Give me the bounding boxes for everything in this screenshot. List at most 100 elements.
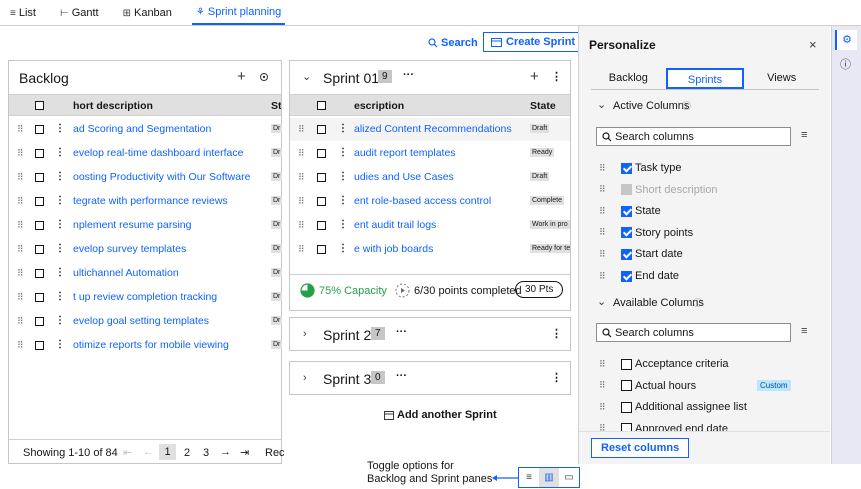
column-option[interactable]: ⠿ Actual hours Custom xyxy=(579,376,830,396)
row-menu-icon[interactable]: ⋮ xyxy=(338,195,348,206)
info-icon[interactable]: ⓘ xyxy=(693,296,702,309)
row-description[interactable]: nplement resume parsing xyxy=(73,219,268,231)
row-menu-icon[interactable]: ⋮ xyxy=(338,171,348,182)
column-option[interactable]: ⠿ Story points xyxy=(579,223,830,243)
row-checkbox[interactable] xyxy=(35,245,44,254)
split-view-icon[interactable]: ▥ xyxy=(539,468,559,487)
drag-handle-icon[interactable]: ⠿ xyxy=(599,163,606,174)
row-checkbox[interactable] xyxy=(35,149,44,158)
column-option[interactable]: ⠿ State xyxy=(579,201,830,221)
overflow-menu-icon[interactable]: ⋮ xyxy=(551,70,562,83)
table-row[interactable]: ⠿ ⋮ ultichannel Automation Dr xyxy=(9,262,282,286)
row-checkbox[interactable] xyxy=(35,317,44,326)
drag-handle-icon[interactable]: ⠿ xyxy=(298,244,305,255)
row-checkbox[interactable] xyxy=(35,125,44,134)
drag-handle-icon[interactable]: ⠿ xyxy=(17,316,24,327)
row-description[interactable]: evelop real-time dashboard interface xyxy=(73,147,268,159)
chevron-down-icon[interactable]: ⌄ xyxy=(597,295,606,308)
row-menu-icon[interactable]: ⋮ xyxy=(338,123,348,134)
row-checkbox[interactable] xyxy=(35,221,44,230)
drag-handle-icon[interactable]: ⠿ xyxy=(599,402,606,413)
row-description[interactable]: t up review completion tracking xyxy=(73,291,268,303)
table-row[interactable]: ⠿ ⋮ otimize reports for mobile viewing Dr xyxy=(9,334,282,358)
row-description[interactable]: evelop survey templates xyxy=(73,243,268,255)
reset-columns-button[interactable]: Reset columns xyxy=(591,438,690,458)
available-search-input[interactable]: Search columns xyxy=(596,323,791,342)
table-row[interactable]: ⠿ ⋮ alized Content Recommendations Draft xyxy=(290,118,570,142)
drag-handle-icon[interactable]: ⠿ xyxy=(17,148,24,159)
records-per-page[interactable]: Rec xyxy=(265,447,285,459)
row-menu-icon[interactable]: ⋮ xyxy=(55,315,65,326)
drag-handle-icon[interactable]: ⠿ xyxy=(599,271,606,282)
drag-handle-icon[interactable]: ⠿ xyxy=(298,196,305,207)
select-all-checkbox[interactable] xyxy=(35,101,44,110)
row-checkbox[interactable] xyxy=(317,197,326,206)
column-option[interactable]: ⠿ End date xyxy=(579,266,830,286)
row-description[interactable]: tegrate with performance reviews xyxy=(73,195,268,207)
column-checkbox[interactable] xyxy=(621,380,632,392)
add-sprint-button[interactable]: Add another Sprint xyxy=(384,409,497,421)
first-page-icon[interactable]: ⇤ xyxy=(123,446,132,459)
row-checkbox[interactable] xyxy=(317,149,326,158)
row-description[interactable]: ent role-based access control xyxy=(354,195,526,207)
add-icon[interactable]: + xyxy=(237,68,246,85)
table-row[interactable]: ⠿ ⋮ tegrate with performance reviews Dr xyxy=(9,190,282,214)
next-page-icon[interactable]: → xyxy=(220,446,231,458)
table-row[interactable]: ⠿ ⋮ oosting Productivity with Our Software… xyxy=(9,166,282,190)
search-button[interactable]: Search xyxy=(428,37,478,49)
info-icon[interactable]: ⓘ xyxy=(682,99,691,112)
table-row[interactable]: ⠿ ⋮ ad Scoring and Segmentation Dr xyxy=(9,118,282,142)
sprint-2-panel[interactable]: › Sprint 2 7 ··· ⋮ xyxy=(289,317,571,351)
column-checkbox[interactable] xyxy=(621,248,632,260)
row-description[interactable]: ent audit trail logs xyxy=(354,219,526,231)
row-checkbox[interactable] xyxy=(35,269,44,278)
column-checkbox[interactable] xyxy=(621,227,632,239)
row-description[interactable]: ad Scoring and Segmentation xyxy=(73,123,268,135)
info-icon[interactable]: ⓘ xyxy=(840,56,851,72)
row-menu-icon[interactable]: ⋮ xyxy=(55,195,65,206)
table-row[interactable]: ⠿ ⋮ nplement resume parsing Dr xyxy=(9,214,282,238)
more-options-icon[interactable]: ··· xyxy=(403,69,414,81)
tab-kanban[interactable]: ⊞ Kanban xyxy=(119,1,176,25)
list-view-icon[interactable]: ≡ xyxy=(519,468,539,487)
row-description[interactable]: ultichannel Automation xyxy=(73,267,268,279)
row-checkbox[interactable] xyxy=(35,173,44,182)
column-option[interactable]: ⠿ Task type xyxy=(579,158,830,178)
column-option[interactable]: ⠿ Acceptance criteria xyxy=(579,354,830,374)
create-sprint-button[interactable]: Create Sprint xyxy=(483,32,584,52)
tab-backlog[interactable]: Backlog xyxy=(591,68,666,89)
column-checkbox[interactable] xyxy=(621,184,632,196)
drag-handle-icon[interactable]: ⠿ xyxy=(599,206,606,217)
drag-handle-icon[interactable]: ⠿ xyxy=(599,380,606,391)
table-row[interactable]: ⠿ ⋮ ent audit trail logs Work in pro xyxy=(290,214,570,238)
column-option[interactable]: ⠿ Short description xyxy=(579,180,830,200)
row-checkbox[interactable] xyxy=(35,293,44,302)
drag-handle-icon[interactable]: ⠿ xyxy=(17,220,24,231)
drag-handle-icon[interactable]: ⠿ xyxy=(17,268,24,279)
chevron-right-icon[interactable]: › xyxy=(303,372,307,384)
chevron-right-icon[interactable]: › xyxy=(303,328,307,340)
column-checkbox[interactable] xyxy=(621,205,632,217)
row-menu-icon[interactable]: ⋮ xyxy=(338,219,348,230)
page-3[interactable]: 3 xyxy=(203,447,209,459)
drag-handle-icon[interactable]: ⠿ xyxy=(298,220,305,231)
drag-handle-icon[interactable]: ⠿ xyxy=(599,227,606,238)
more-options-icon[interactable]: ··· xyxy=(396,370,407,382)
drag-handle-icon[interactable]: ⠿ xyxy=(17,244,24,255)
table-row[interactable]: ⠿ ⋮ evelop survey templates Dr xyxy=(9,238,282,262)
row-menu-icon[interactable]: ⋮ xyxy=(55,339,65,350)
row-description[interactable]: alized Content Recommendations xyxy=(354,123,526,135)
overflow-menu-icon[interactable]: ⋮ xyxy=(551,371,562,384)
drag-handle-icon[interactable]: ⠿ xyxy=(298,172,305,183)
row-menu-icon[interactable]: ⋮ xyxy=(338,147,348,158)
table-row[interactable]: ⠿ ⋮ t up review completion tracking Dr xyxy=(9,286,282,310)
row-description[interactable]: audit report templates xyxy=(354,147,526,159)
row-description[interactable]: evelop goal setting templates xyxy=(73,315,268,327)
row-checkbox[interactable] xyxy=(317,125,326,134)
column-option[interactable]: ⠿ Start date xyxy=(579,244,830,264)
column-checkbox[interactable] xyxy=(621,270,632,282)
overflow-menu-icon[interactable]: ⋮ xyxy=(551,327,562,340)
row-description[interactable]: e with job boards xyxy=(354,243,526,255)
table-row[interactable]: ⠿ ⋮ udies and Use Cases Draft xyxy=(290,166,570,190)
column-checkbox[interactable] xyxy=(621,358,632,370)
